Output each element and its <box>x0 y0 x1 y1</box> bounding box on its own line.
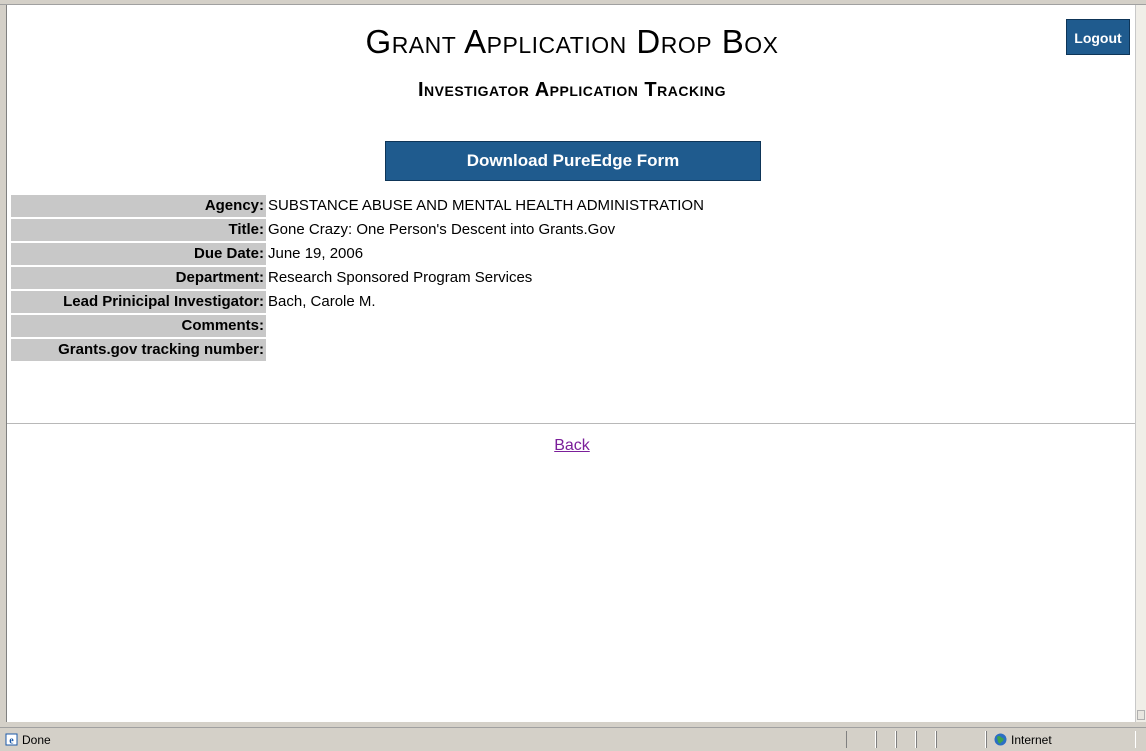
status-pane <box>876 731 896 748</box>
department-label: Department: <box>11 267 266 289</box>
download-pureedge-form-button[interactable]: Download PureEdge Form <box>385 141 761 181</box>
status-pane <box>896 731 916 748</box>
tracking-number-label: Grants.gov tracking number: <box>11 339 266 361</box>
detail-row-lead-investigator: Lead Prinicipal Investigator: Bach, Caro… <box>11 291 704 313</box>
back-link[interactable]: Back <box>554 437 590 454</box>
tracking-number-value <box>266 339 704 361</box>
svg-text:e: e <box>9 736 14 747</box>
status-text: Done <box>22 733 51 747</box>
horizontal-divider <box>7 423 1137 424</box>
back-link-container: Back <box>7 437 1137 455</box>
comments-label: Comments: <box>11 315 266 337</box>
status-zone-pane <box>986 731 1136 748</box>
agency-label: Agency: <box>11 195 266 217</box>
page-content: Grant Application Drop Box Investigator … <box>6 5 1137 722</box>
detail-row-department: Department: Research Sponsored Program S… <box>11 267 704 289</box>
status-pane <box>846 731 876 748</box>
department-value: Research Sponsored Program Services <box>268 269 533 286</box>
page-subtitle: Investigator Application Tracking <box>418 79 726 101</box>
comments-value <box>266 315 704 337</box>
lead-investigator-value: Bach, Carole M. <box>268 293 376 310</box>
detail-row-due-date: Due Date: June 19, 2006 <box>11 243 704 265</box>
agency-value: SUBSTANCE ABUSE AND MENTAL HEALTH ADMINI… <box>268 197 704 214</box>
status-bar: e Done Internet <box>0 727 1146 751</box>
lead-investigator-label: Lead Prinicipal Investigator: <box>11 291 266 313</box>
application-details-table: Agency: SUBSTANCE ABUSE AND MENTAL HEALT… <box>11 193 704 363</box>
page-title: Grant Application Drop Box <box>365 23 779 60</box>
detail-row-comments: Comments: <box>11 315 704 337</box>
due-date-value: June 19, 2006 <box>268 245 364 262</box>
due-date-label: Due Date: <box>11 243 266 265</box>
browser-window: Grant Application Drop Box Investigator … <box>0 0 1146 751</box>
logout-button[interactable]: Logout <box>1066 19 1130 55</box>
detail-row-tracking-number: Grants.gov tracking number: <box>11 339 704 361</box>
status-pane <box>936 731 986 748</box>
vertical-scrollbar[interactable] <box>1135 5 1146 722</box>
title-value: Gone Crazy: One Person's Descent into Gr… <box>268 221 616 238</box>
ie-page-icon: e <box>5 733 18 746</box>
scroll-down-arrow[interactable] <box>1137 710 1145 720</box>
globe-icon <box>994 733 1007 746</box>
detail-row-agency: Agency: SUBSTANCE ABUSE AND MENTAL HEALT… <box>11 195 704 217</box>
zone-text: Internet <box>1011 733 1052 747</box>
title-label: Title: <box>11 219 266 241</box>
status-pane <box>916 731 936 748</box>
detail-row-title: Title: Gone Crazy: One Person's Descent … <box>11 219 704 241</box>
